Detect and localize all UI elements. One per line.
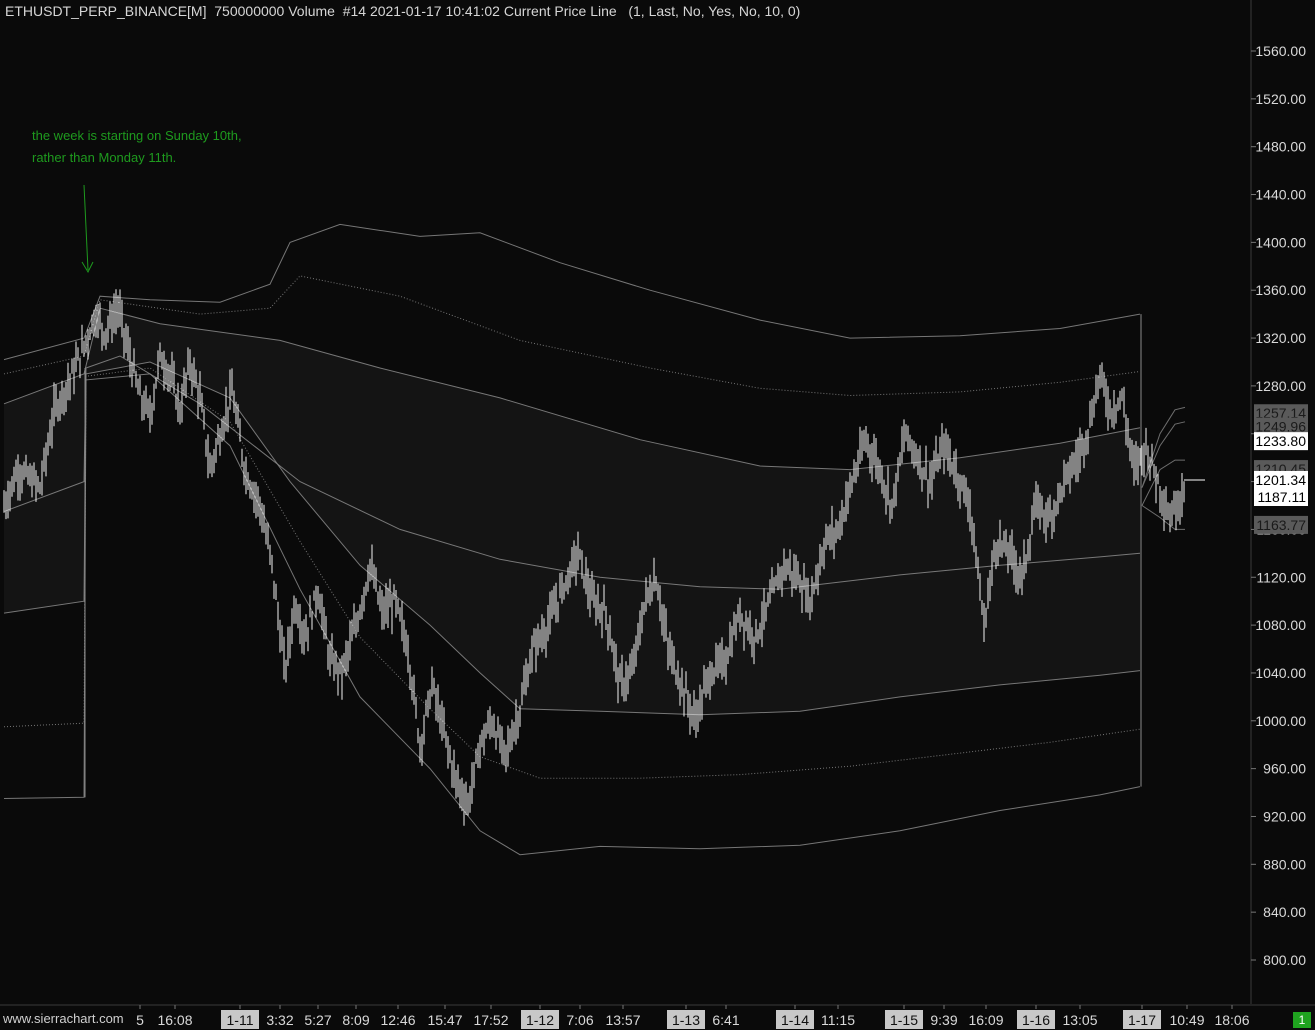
x-tick-label: 1-15 — [890, 1012, 918, 1028]
y-tick-label: 1560.00 — [1255, 43, 1306, 59]
x-tick-label: 13:57 — [605, 1012, 640, 1028]
x-tick-label: 6:41 — [712, 1012, 739, 1028]
y-tick-label: 880.00 — [1263, 856, 1306, 872]
x-tick-label: 1-14 — [781, 1012, 809, 1028]
x-tick-label: 1-17 — [1128, 1012, 1156, 1028]
annotation-line-1: the week is starting on Sunday 10th, — [32, 128, 242, 143]
chart-header-title: ETHUSDT_PERP_BINANCE[M] 750000000 Volume… — [5, 3, 801, 19]
price-label-text: 1163.77 — [1256, 517, 1306, 533]
y-tick-label: 1400.00 — [1255, 234, 1306, 250]
y-tick-label: 1480.00 — [1255, 139, 1306, 155]
status-badge[interactable]: 1 — [1293, 1012, 1311, 1028]
y-tick-label: 960.00 — [1263, 761, 1306, 777]
annotation-line-2: rather than Monday 11th. — [32, 150, 177, 165]
x-tick-label: 11:15 — [821, 1012, 855, 1028]
price-label-text: 1187.11 — [1257, 489, 1306, 505]
price-label-text: 1201.34 — [1255, 472, 1306, 488]
y-tick-label: 1440.00 — [1255, 187, 1306, 203]
x-tick-label: 16:09 — [968, 1012, 1003, 1028]
x-tick-label: 12:46 — [380, 1012, 415, 1028]
x-tick-label: 5:27 — [304, 1012, 331, 1028]
y-tick-label: 1080.00 — [1255, 617, 1306, 633]
x-tick-label: 1-16 — [1022, 1012, 1050, 1028]
y-tick-label: 1280.00 — [1255, 378, 1306, 394]
x-tick-label: 10:49 — [1169, 1012, 1204, 1028]
y-tick-label: 1360.00 — [1255, 282, 1306, 298]
x-tick-label: 9:39 — [930, 1012, 957, 1028]
y-tick-label: 1120.00 — [1256, 569, 1306, 585]
x-tick-label: 5 — [136, 1012, 144, 1028]
y-tick-label: 920.00 — [1263, 808, 1306, 824]
x-tick-label: 15:47 — [427, 1012, 462, 1028]
y-tick-label: 1320.00 — [1255, 330, 1306, 346]
x-tick-label: 7:06 — [566, 1012, 593, 1028]
y-tick-label: 800.00 — [1263, 952, 1306, 968]
y-tick-label: 1040.00 — [1255, 665, 1306, 681]
annotation-text: the week is starting on Sunday 10th, rat… — [32, 125, 242, 169]
x-tick-label: 8:09 — [342, 1012, 369, 1028]
x-tick-label: 1-11 — [227, 1012, 254, 1028]
x-tick-label: 18:06 — [1214, 1012, 1249, 1028]
price-label-text: 1233.80 — [1255, 433, 1306, 449]
x-tick-label: 17:52 — [473, 1012, 508, 1028]
y-tick-label: 1520.00 — [1255, 91, 1306, 107]
x-tick-label: 1-12 — [526, 1012, 554, 1028]
y-tick-label: 840.00 — [1263, 904, 1306, 920]
x-tick-label: 3:32 — [266, 1012, 293, 1028]
x-tick-label: 1-13 — [672, 1012, 700, 1028]
x-tick-label: 16:08 — [157, 1012, 192, 1028]
footer-url[interactable]: www.sierrachart.com — [3, 1011, 124, 1026]
x-tick-label: 13:05 — [1062, 1012, 1097, 1028]
y-tick-label: 1000.00 — [1255, 713, 1306, 729]
